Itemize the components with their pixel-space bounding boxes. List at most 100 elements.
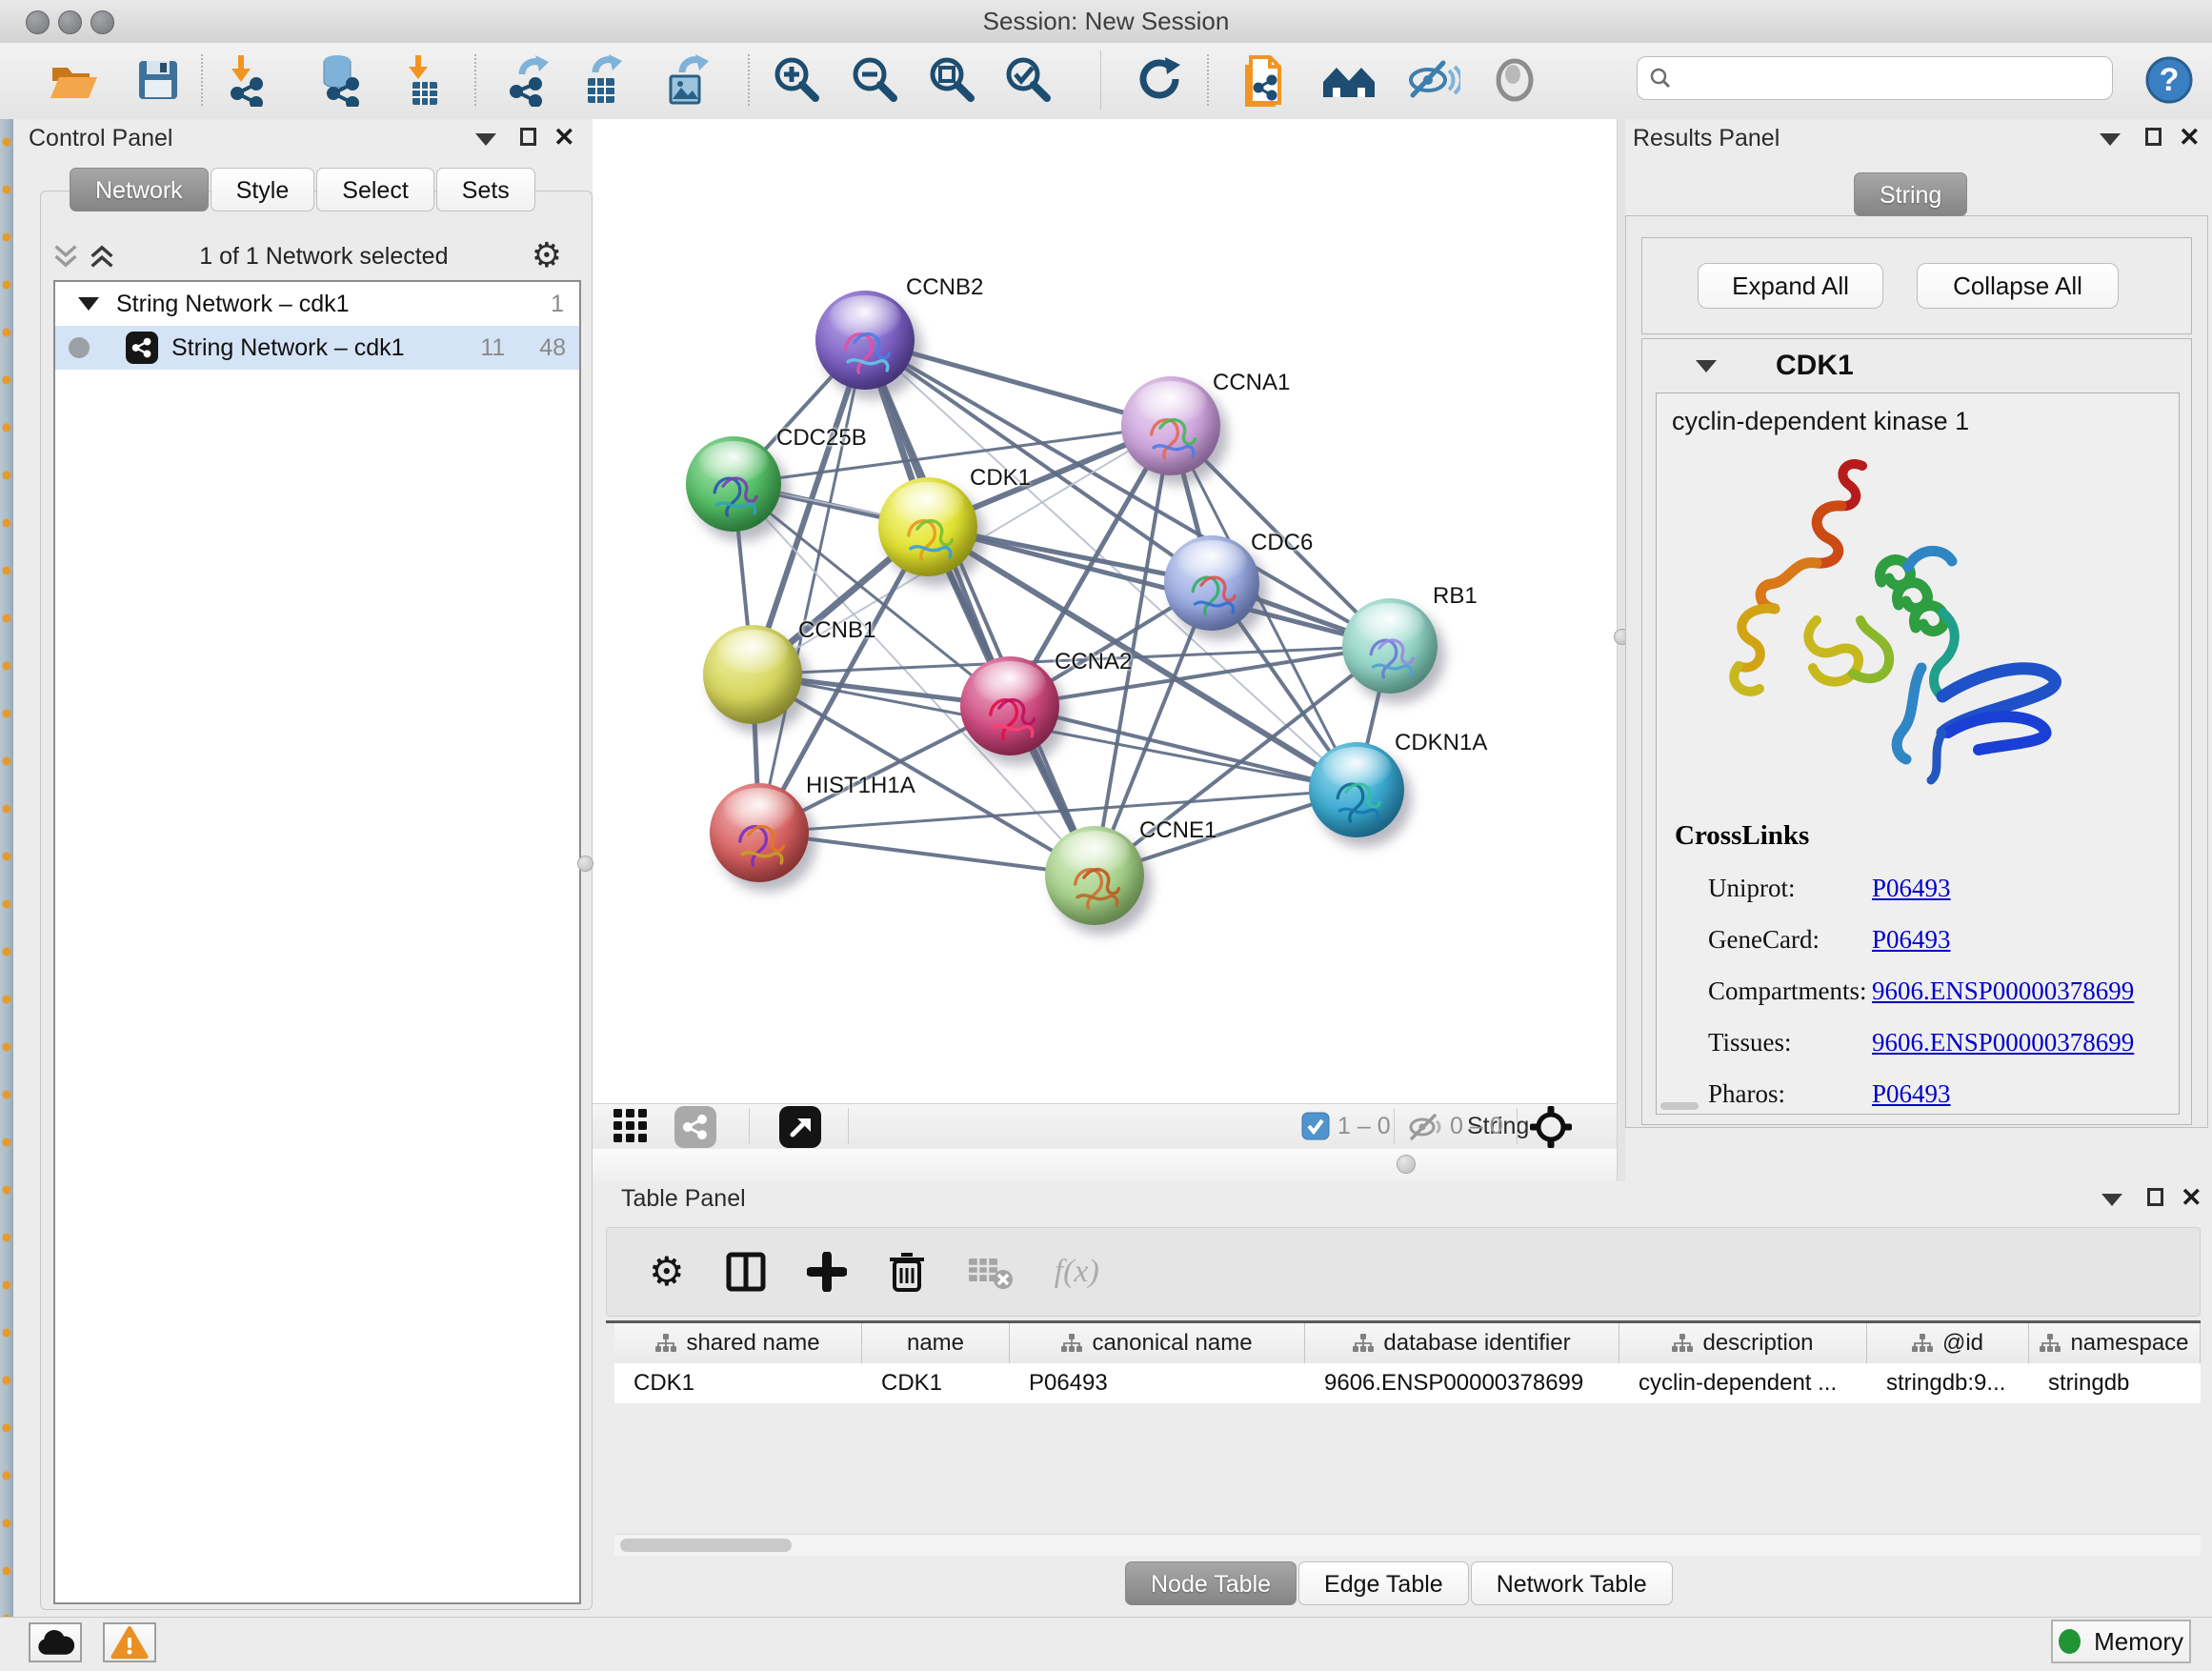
crosslink-link[interactable]: 9606.ENSP00000378699 [1872,976,2134,1006]
zoom-in-button[interactable] [770,52,825,108]
panel-float-icon[interactable] [520,128,536,146]
gene-header-row[interactable]: CDK1 [1642,339,2191,393]
cloud-status-button[interactable] [29,1622,82,1662]
crosslink-link[interactable]: P06493 [1872,874,1951,903]
panel-float-icon[interactable] [2147,1188,2163,1206]
zoom-out-button[interactable] [848,52,903,108]
column-header-description[interactable]: description [1619,1323,1867,1363]
left-splitter-grip[interactable] [577,856,593,872]
crosslink-link[interactable]: P06493 [1872,925,1951,955]
table-cell[interactable]: CDK1 [862,1363,1010,1403]
panel-close-icon[interactable]: ✕ [2181,1188,2202,1207]
table-row[interactable]: CDK1CDK1P064939606.ENSP00000378699cyclin… [614,1363,2201,1403]
network-node-CDK1[interactable] [878,477,977,576]
column-header-shared-name[interactable]: shared name [614,1323,862,1363]
network-node-CDC25B[interactable] [686,436,781,532]
grid-view-button[interactable] [608,1108,655,1144]
table-hscroll-thumb[interactable] [620,1539,792,1552]
collapse-all-button[interactable]: Collapse All [1917,263,2119,309]
panel-menu-caret-icon[interactable] [2101,1194,2122,1206]
panel-close-icon[interactable]: ✕ [2179,128,2201,147]
memory-button[interactable]: Memory [2051,1620,2191,1663]
tab-style[interactable]: Style [211,168,315,211]
collapse-all-icon[interactable] [51,242,80,271]
tab-sets[interactable]: Sets [436,168,535,211]
show-panel-button[interactable] [1487,52,1542,108]
column-header-database-identifier[interactable]: database identifier [1305,1323,1619,1363]
panel-float-icon[interactable] [2145,128,2162,146]
network-row-selected[interactable]: String Network – cdk1 11 48 [55,326,579,370]
expand-all-icon[interactable] [88,242,116,271]
zoom-fit-button[interactable] [925,52,980,108]
tree-expand-caret-icon[interactable] [78,297,99,311]
zoom-selected-button[interactable] [1001,52,1056,108]
results-hscroll-thumb[interactable] [1660,1102,1699,1110]
import-network-file-button[interactable] [219,52,274,108]
crosslink-link[interactable]: 9606.ENSP00000378699 [1872,1028,2134,1057]
save-session-button[interactable] [131,52,186,108]
import-table-file-button[interactable] [396,52,452,108]
hide-panels-button[interactable] [1405,52,1460,108]
network-share-view-button[interactable] [674,1106,716,1148]
column-header-@id[interactable]: @id [1867,1323,2029,1363]
export-table-button[interactable] [575,52,631,108]
network-node-HIST1H1A[interactable] [710,783,809,882]
hidden-eye-slash-icon[interactable] [1408,1114,1442,1145]
network-edge[interactable] [759,340,865,833]
table-cell[interactable]: stringdb [2029,1363,2201,1403]
fit-selected-target-button[interactable] [1530,1106,1572,1153]
splitter-grip[interactable] [1397,1155,1416,1174]
crosslink-link[interactable]: P06493 [1872,1079,1951,1109]
network-node-RB1[interactable] [1342,598,1438,694]
network-node-CCNE1[interactable] [1045,826,1144,925]
tab-edge-table[interactable]: Edge Table [1298,1561,1469,1605]
network-node-CCNB1[interactable] [703,625,802,724]
refresh-button[interactable] [1132,52,1187,108]
network-node-CCNB2[interactable] [815,291,915,390]
selected-checkbox[interactable] [1301,1112,1330,1145]
panel-menu-caret-icon[interactable] [2100,133,2121,146]
warnings-button[interactable] [103,1622,156,1662]
share-document-button[interactable] [1237,52,1292,108]
network-node-CDKN1A[interactable] [1309,742,1404,837]
tab-network[interactable]: Network [70,168,209,211]
import-network-database-button[interactable] [312,52,367,108]
home-gallery-button[interactable] [1321,52,1377,108]
show-columns-icon[interactable] [725,1251,767,1293]
column-header-canonical-name[interactable]: canonical name [1010,1323,1305,1363]
search-input[interactable] [1679,64,2112,92]
birds-eye-view-button[interactable] [779,1106,821,1148]
network-node-CDC6[interactable] [1164,535,1259,631]
table-cell[interactable]: P06493 [1010,1363,1305,1403]
expand-all-button[interactable]: Expand All [1698,263,1883,309]
gene-collapse-caret-icon[interactable] [1696,360,1717,372]
network-canvas[interactable]: CCNB2CCNA1CDC25BCDK1CDC6RB1CCNB1CCNA2CDK… [593,119,1617,1103]
tab-network-table[interactable]: Network Table [1471,1561,1673,1605]
table-cell[interactable]: cyclin-dependent ... [1619,1363,1867,1403]
help-button[interactable]: ? [2142,52,2197,108]
tab-select[interactable]: Select [316,168,433,211]
column-header-namespace[interactable]: namespace [2029,1323,2201,1363]
network-node-CCNA2[interactable] [960,656,1059,755]
export-network-button[interactable] [502,52,557,108]
panel-close-icon[interactable]: ✕ [553,128,575,147]
network-node-CCNA1[interactable] [1121,376,1220,475]
table-hscrollbar[interactable] [614,1534,2201,1556]
tab-node-table[interactable]: Node Table [1125,1561,1297,1605]
export-image-button[interactable] [660,52,715,108]
table-settings-gear-icon[interactable]: ⚙ [649,1255,685,1289]
gear-icon[interactable]: ⚙ [532,239,562,273]
table-cell[interactable]: 9606.ENSP00000378699 [1305,1363,1619,1403]
network-collection-row[interactable]: String Network – cdk1 1 [55,282,579,326]
horizontal-splitter[interactable] [593,1149,1625,1181]
add-column-icon[interactable] [807,1252,847,1292]
open-session-button[interactable] [46,52,101,108]
table-cell[interactable]: CDK1 [614,1363,862,1403]
table-cell[interactable]: stringdb:9... [1867,1363,2029,1403]
column-header-name[interactable]: name [862,1323,1010,1363]
refresh-icon [1133,53,1186,107]
delete-column-icon[interactable] [887,1250,927,1294]
panel-menu-caret-icon[interactable] [475,133,496,146]
tab-string[interactable]: String [1854,172,1967,216]
network-edge[interactable] [759,833,1095,876]
